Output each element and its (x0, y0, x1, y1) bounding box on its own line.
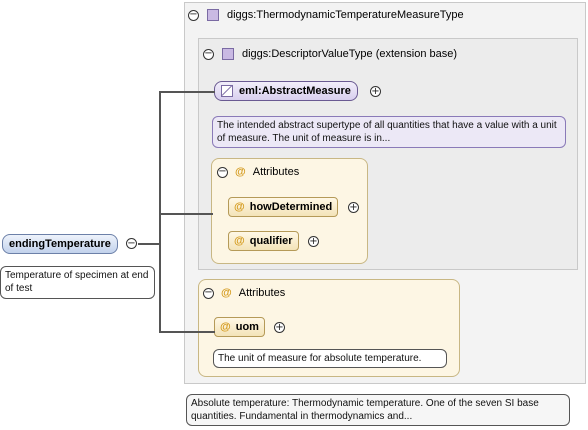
abstract-element-icon (221, 85, 233, 97)
type-name: diggs:ThermodynamicTemperatureMeasureTyp… (227, 9, 464, 21)
attribute-label: qualifier (249, 235, 293, 247)
base-type-name: diggs:DescriptorValueType (extension bas… (242, 48, 458, 60)
collapse-icon[interactable]: − (217, 166, 228, 178)
complex-type-icon (207, 9, 219, 21)
collapse-icon[interactable]: − (188, 9, 199, 21)
attribute-icon: @ (234, 235, 245, 247)
outer-attributes-header: − @ Attributes (203, 287, 285, 299)
complex-type-icon (222, 48, 234, 60)
attributes-title: Attributes (238, 287, 286, 299)
collapse-icon[interactable]: − (203, 287, 214, 299)
abstract-measure-label: eml:AbstractMeasure (239, 85, 351, 97)
attribute-icon: @ (235, 166, 246, 178)
root-element[interactable]: endingTemperature (2, 234, 118, 254)
root-element-doc: Temperature of specimen at end of test (0, 266, 155, 299)
root-element-label: endingTemperature (9, 238, 111, 250)
attribute-uom[interactable]: @ uom (214, 317, 265, 337)
base-header: − diggs:DescriptorValueType (extension b… (203, 48, 457, 60)
expand-icon[interactable]: + (274, 322, 285, 333)
connector-line (159, 331, 215, 333)
connector-line (159, 213, 213, 215)
attributes-title: Attributes (252, 166, 300, 178)
abstract-measure-element[interactable]: eml:AbstractMeasure (214, 81, 358, 101)
attribute-qualifier[interactable]: @ qualifier (228, 231, 299, 251)
attribute-how-determined[interactable]: @ howDetermined (228, 197, 339, 217)
expand-icon[interactable]: + (308, 236, 319, 247)
type-header: − diggs:ThermodynamicTemperatureMeasureT… (188, 9, 464, 21)
attribute-label: uom (235, 321, 259, 333)
type-doc: Absolute temperature: Thermodynamic temp… (186, 394, 570, 426)
connector-line (159, 91, 215, 93)
collapse-icon[interactable]: − (203, 48, 214, 60)
expand-icon[interactable]: + (348, 202, 359, 213)
connector-line (159, 92, 161, 332)
inner-attributes-header: − @ Attributes (217, 166, 299, 178)
abstract-measure-doc: The intended abstract supertype of all q… (212, 116, 566, 148)
attribute-icon: @ (220, 321, 231, 333)
attribute-label: howDetermined (249, 201, 333, 213)
attribute-icon: @ (234, 201, 245, 213)
collapse-icon[interactable]: − (126, 238, 137, 249)
attribute-icon: @ (221, 287, 232, 299)
expand-icon[interactable]: + (370, 86, 381, 97)
connector-line (138, 243, 161, 245)
uom-doc: The unit of measure for absolute tempera… (213, 349, 447, 368)
